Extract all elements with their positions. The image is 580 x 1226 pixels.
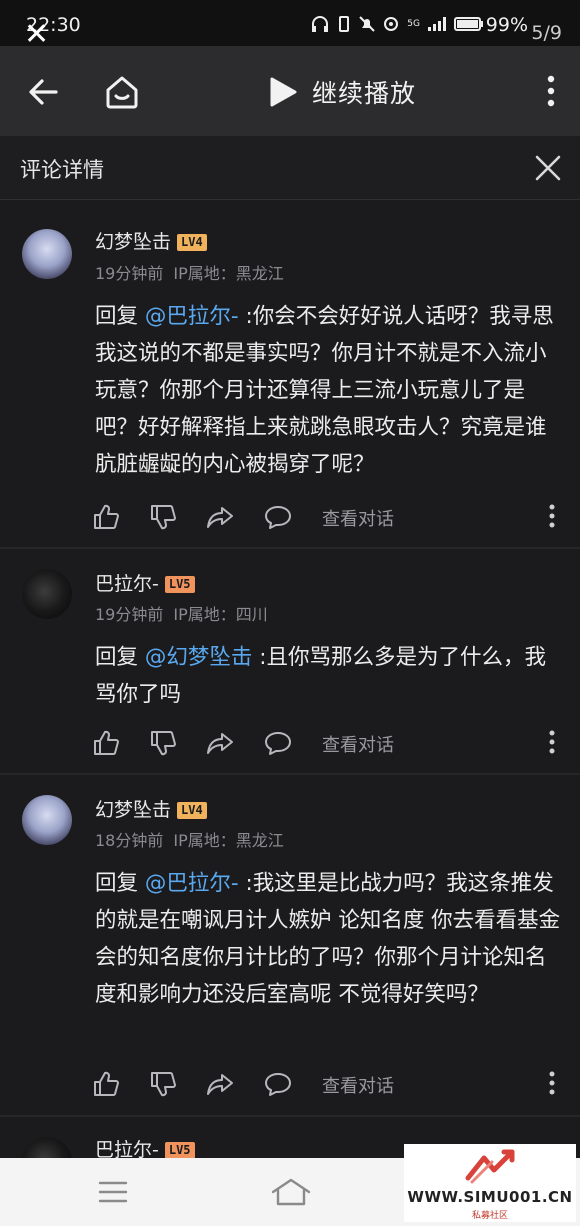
- watermark-sub: 私募社区: [471, 1211, 508, 1221]
- watermark-logo-icon: [465, 1149, 515, 1184]
- headphones-icon: [312, 16, 329, 32]
- top-bar: 继续播放: [0, 46, 580, 136]
- comment-item: 巴拉尔- LV5 19分钟前 IP属地：四川 回复 @幻梦坠击 :且你骂那么多是为了…: [0, 549, 580, 773]
- username: 幻梦坠击: [95, 231, 172, 253]
- username: 幻梦坠击: [95, 799, 172, 821]
- more-vertical-icon[interactable]: [548, 1070, 556, 1096]
- comment-time: 19分钟前: [95, 605, 164, 624]
- comment-detail-header: 评论详情: [0, 136, 580, 200]
- home-nav-icon[interactable]: [270, 1176, 312, 1208]
- comment-item: 幻梦坠击 LV4 19分钟前 IP属地：黑龙江 回复 @巴拉尔- :你会不会好好说人…: [0, 201, 580, 547]
- avatar[interactable]: [22, 569, 72, 619]
- view-dialog-link[interactable]: 查看对话: [322, 505, 394, 531]
- comment-author[interactable]: 幻梦坠击 LV4: [95, 795, 207, 822]
- ip-location: IP属地：黑龙江: [173, 831, 284, 850]
- comment-author[interactable]: 幻梦坠击 LV4: [95, 227, 207, 254]
- mention-link[interactable]: @巴拉尔-: [145, 304, 239, 329]
- reply-prefix: 回复: [95, 645, 139, 670]
- continue-play-button[interactable]: 继续播放: [268, 74, 416, 110]
- more-vertical-icon[interactable]: [548, 503, 556, 529]
- comment-author[interactable]: 巴拉尔- LV5: [95, 1135, 195, 1158]
- comment-actions: 查看对话: [92, 729, 562, 759]
- comment-meta: 19分钟前 IP属地：四川: [95, 601, 268, 625]
- avatar[interactable]: [22, 795, 72, 845]
- watermark: WWW.SIMU001.CN 私募社区: [404, 1144, 576, 1222]
- thumbs-up-icon[interactable]: [92, 503, 120, 531]
- back-arrow-icon[interactable]: [26, 74, 62, 110]
- reply-prefix: 回复: [95, 871, 139, 896]
- avatar[interactable]: [22, 229, 72, 279]
- thumbs-down-icon[interactable]: [149, 729, 177, 757]
- view-dialog-link[interactable]: 查看对话: [322, 731, 394, 757]
- comment-body: 回复 @巴拉尔- :你会不会好好说人话呀？我寻思我这说的不都是事实吗？你月计不就…: [95, 298, 565, 483]
- play-icon: [270, 77, 297, 107]
- page-title: 评论详情: [20, 158, 104, 182]
- mention-link[interactable]: @幻梦坠击: [145, 645, 253, 670]
- comment-actions: 查看对话: [92, 503, 562, 533]
- comment-body: 回复 @幻梦坠击 :且你骂那么多是为了什么，我骂你了吗: [95, 639, 565, 713]
- more-vertical-icon[interactable]: [546, 74, 556, 108]
- thumbs-up-icon[interactable]: [92, 729, 120, 757]
- signal-icon: [428, 17, 446, 31]
- share-icon[interactable]: [206, 729, 234, 757]
- close-icon[interactable]: [534, 154, 562, 182]
- status-bar: 22:30 ✕ 5G 99% 5/9: [0, 0, 580, 50]
- watermark-url: WWW.SIMU001.CN: [407, 1188, 573, 1206]
- comment-body: 回复 @巴拉尔- :我这里是比战力吗？我这条推发的就是在嘲讽月计人嫉妒 论知名度…: [95, 865, 565, 1013]
- comment-meta: 19分钟前 IP属地：黑龙江: [95, 260, 284, 284]
- level-badge: LV4: [177, 234, 207, 251]
- page-counter: 5/9: [531, 22, 562, 44]
- continue-play-label: 继续播放: [312, 79, 417, 108]
- username: 巴拉尔-: [95, 573, 159, 595]
- level-badge: LV4: [177, 802, 207, 819]
- comment-item: 幻梦坠击 LV4 18分钟前 IP属地：黑龙江 回复 @巴拉尔- :我这里是比战力吗…: [0, 775, 580, 1115]
- view-dialog-link[interactable]: 查看对话: [322, 1072, 394, 1098]
- level-badge: LV5: [164, 1142, 195, 1158]
- share-icon[interactable]: [206, 503, 234, 531]
- menu-icon[interactable]: [98, 1180, 128, 1204]
- ip-location: IP属地：黑龙江: [173, 264, 284, 283]
- home-icon[interactable]: [102, 72, 142, 112]
- vibrate-icon: [339, 16, 350, 32]
- battery-percent: 99%: [485, 14, 528, 36]
- reply-bubble-icon[interactable]: [264, 1070, 292, 1098]
- username: 巴拉尔-: [95, 1139, 159, 1158]
- comment-meta: 18分钟前 IP属地：黑龙江: [95, 827, 284, 851]
- comment-time: 19分钟前: [95, 264, 164, 283]
- level-badge: LV5: [164, 576, 195, 593]
- reply-prefix: 回复: [95, 304, 139, 329]
- mute-icon: [359, 16, 376, 32]
- battery-icon: [454, 17, 483, 31]
- ip-location: IP属地：四川: [173, 605, 268, 624]
- avatar[interactable]: [22, 1137, 72, 1158]
- comment-text: :你会不会好好说人话呀？我寻思我这说的不都是事实吗？你月计不就是不入流小玩意？你…: [95, 304, 554, 477]
- comment-author[interactable]: 巴拉尔- LV5: [95, 569, 195, 596]
- network-label: 5G: [407, 19, 420, 29]
- reply-bubble-icon[interactable]: [264, 729, 292, 757]
- status-icons: 5G: [311, 16, 484, 32]
- mention-link[interactable]: @巴拉尔-: [145, 871, 239, 896]
- comment-time: 18分钟前: [95, 831, 164, 850]
- thumbs-down-icon[interactable]: [149, 503, 177, 531]
- thumbs-up-icon[interactable]: [92, 1070, 120, 1098]
- thumbs-down-icon[interactable]: [149, 1070, 177, 1098]
- share-icon[interactable]: [206, 1070, 234, 1098]
- hotspot-icon: [384, 17, 399, 31]
- reply-bubble-icon[interactable]: [264, 503, 292, 531]
- more-vertical-icon[interactable]: [548, 729, 556, 755]
- comment-actions: 查看对话: [92, 1070, 562, 1100]
